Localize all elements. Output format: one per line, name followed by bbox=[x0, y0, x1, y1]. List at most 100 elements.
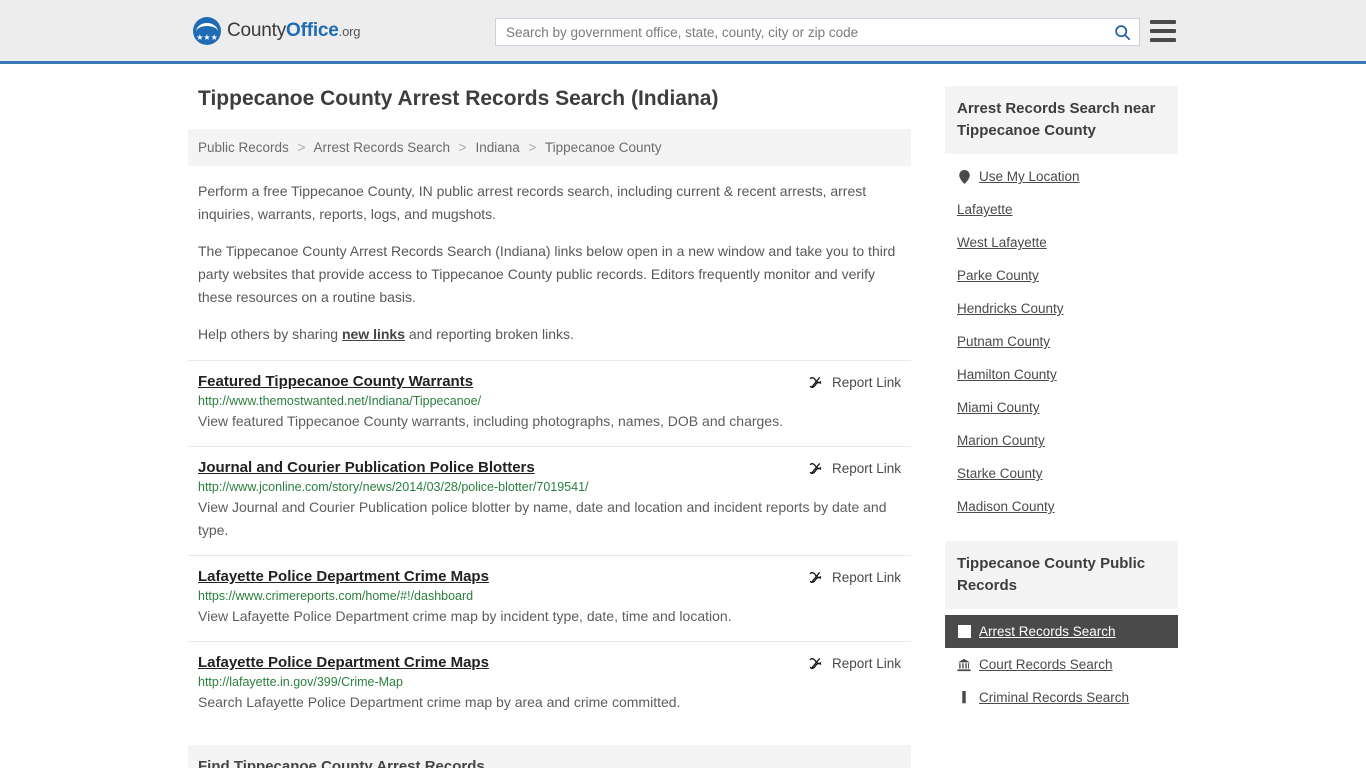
report-link-label: Report Link bbox=[831, 461, 901, 476]
sidebar-item-starke-county[interactable]: Starke County bbox=[945, 457, 1178, 490]
intro-p3-before: Help others by sharing bbox=[198, 326, 342, 342]
nearby-links: Use My Location Lafayette West Lafayette… bbox=[945, 154, 1178, 523]
sidebar: Arrest Records Search near Tippecanoe Co… bbox=[945, 86, 1178, 732]
find-records-heading: Find Tippecanoe County Arrest Records bbox=[198, 758, 485, 768]
resource-link-url: https://www.crimereports.com/home/#!/das… bbox=[198, 589, 474, 603]
resource-link-item: Lafayette Police Department Crime Maps h… bbox=[188, 555, 911, 641]
sidebar-item-label: Hamilton County bbox=[957, 367, 1057, 382]
search-icon bbox=[1114, 24, 1130, 40]
eagle-seal-icon: ★★★ bbox=[193, 16, 221, 45]
new-links-link[interactable]: new links bbox=[342, 326, 405, 342]
nearby-panel-heading: Arrest Records Search near Tippecanoe Co… bbox=[945, 86, 1178, 154]
sidebar-item-hendricks-county[interactable]: Hendricks County bbox=[945, 292, 1178, 325]
breadcrumb: Public Records > Arrest Records Search >… bbox=[188, 129, 911, 166]
sidebar-item-label: West Lafayette bbox=[957, 235, 1047, 250]
sidebar-item-madison-county[interactable]: Madison County bbox=[945, 490, 1178, 523]
public-records-links: Arrest Records Search Court Records Sear… bbox=[945, 609, 1178, 714]
report-link-button[interactable]: Report Link bbox=[807, 655, 901, 672]
intro-paragraph-2: The Tippecanoe County Arrest Records Sea… bbox=[198, 243, 896, 305]
sidebar-item-miami-county[interactable]: Miami County bbox=[945, 391, 1178, 424]
broken-link-icon bbox=[809, 463, 822, 474]
breadcrumb-item-3[interactable]: Tippecanoe County bbox=[545, 140, 662, 155]
sidebar-item-hamilton-county[interactable]: Hamilton County bbox=[945, 358, 1178, 391]
resource-link-url: http://www.themostwanted.net/Indiana/Tip… bbox=[198, 394, 482, 408]
resource-link-description: View Lafayette Police Department crime m… bbox=[198, 608, 732, 624]
document-icon bbox=[957, 690, 971, 705]
resource-link-item: Featured Tippecanoe County Warrants http… bbox=[188, 360, 911, 446]
search-input[interactable] bbox=[496, 19, 1105, 45]
logo-text-county: County bbox=[227, 19, 287, 41]
search-box bbox=[495, 18, 1140, 46]
public-records-panel: Tippecanoe County Public Records Arrest … bbox=[945, 541, 1178, 714]
intro-paragraph-1: Perform a free Tippecanoe County, IN pub… bbox=[198, 183, 867, 222]
sidebar-item-marion-county[interactable]: Marion County bbox=[945, 424, 1178, 457]
page-title: Tippecanoe County Arrest Records Search … bbox=[198, 87, 719, 110]
intro-p3-after: and reporting broken links. bbox=[405, 326, 574, 342]
main-content: Tippecanoe County Arrest Records Search … bbox=[188, 86, 911, 768]
report-link-button[interactable]: Report Link bbox=[807, 569, 901, 586]
sidebar-item-label: Lafayette bbox=[957, 202, 1013, 217]
breadcrumb-item-0[interactable]: Public Records bbox=[198, 140, 289, 155]
site-logo[interactable]: ★★★ CountyOffice.org bbox=[193, 16, 360, 45]
sidebar-item-label: Arrest Records Search bbox=[979, 624, 1116, 639]
public-records-heading: Tippecanoe County Public Records bbox=[945, 541, 1178, 609]
resource-link-item: Lafayette Police Department Crime Maps h… bbox=[188, 641, 911, 727]
sidebar-item-label: Criminal Records Search bbox=[979, 690, 1130, 705]
find-records-section: Find Tippecanoe County Arrest Records bbox=[188, 745, 911, 768]
sidebar-item-label: Putnam County bbox=[957, 334, 1051, 349]
breadcrumb-item-2[interactable]: Indiana bbox=[475, 140, 519, 155]
report-link-label: Report Link bbox=[831, 656, 901, 671]
page-body: Tippecanoe County Arrest Records Search … bbox=[0, 64, 1366, 768]
sidebar-item-label: Use My Location bbox=[979, 169, 1080, 184]
logo-text: CountyOffice.org bbox=[227, 20, 360, 42]
logo-text-org: .org bbox=[338, 23, 361, 39]
sidebar-item-lafayette[interactable]: Lafayette bbox=[945, 193, 1178, 226]
breadcrumb-item-1[interactable]: Arrest Records Search bbox=[313, 140, 450, 155]
sidebar-item-use-my-location[interactable]: Use My Location bbox=[945, 160, 1178, 193]
intro-paragraph-3: Help others by sharing new links and rep… bbox=[198, 323, 911, 346]
logo-text-office: Office bbox=[286, 19, 339, 41]
report-link-label: Report Link bbox=[831, 570, 901, 585]
resource-link-title[interactable]: Lafayette Police Department Crime Maps bbox=[198, 654, 489, 671]
sidebar-item-label: Marion County bbox=[957, 433, 1045, 448]
resource-link-description: View Journal and Courier Publication pol… bbox=[198, 499, 887, 538]
broken-link-icon bbox=[809, 572, 822, 583]
resource-link-description: View featured Tippecanoe County warrants… bbox=[198, 413, 783, 429]
breadcrumb-separator: > bbox=[458, 140, 467, 155]
map-pin-icon bbox=[957, 169, 971, 184]
sidebar-item-court-records-search[interactable]: Court Records Search bbox=[945, 648, 1178, 681]
hamburger-menu-icon[interactable] bbox=[1150, 20, 1176, 42]
resource-link-title[interactable]: Journal and Courier Publication Police B… bbox=[198, 459, 535, 476]
sidebar-item-label: Court Records Search bbox=[979, 657, 1113, 672]
report-link-button[interactable]: Report Link bbox=[807, 460, 901, 477]
broken-link-icon bbox=[809, 377, 822, 388]
breadcrumb-separator: > bbox=[528, 140, 537, 155]
sidebar-item-label: Parke County bbox=[957, 268, 1039, 283]
sidebar-item-label: Madison County bbox=[957, 499, 1055, 514]
sidebar-item-label: Starke County bbox=[957, 466, 1043, 481]
breadcrumb-separator: > bbox=[297, 140, 306, 155]
sidebar-item-label: Miami County bbox=[957, 400, 1040, 415]
sidebar-item-west-lafayette[interactable]: West Lafayette bbox=[945, 226, 1178, 259]
resource-link-item: Journal and Courier Publication Police B… bbox=[188, 446, 911, 555]
search-button[interactable] bbox=[1105, 19, 1139, 45]
nearby-panel: Arrest Records Search near Tippecanoe Co… bbox=[945, 86, 1178, 523]
resource-link-title[interactable]: Lafayette Police Department Crime Maps bbox=[198, 568, 489, 585]
resource-link-list: Featured Tippecanoe County Warrants http… bbox=[188, 360, 911, 727]
report-link-button[interactable]: Report Link bbox=[807, 374, 901, 391]
sidebar-item-criminal-records-search[interactable]: Criminal Records Search bbox=[945, 681, 1178, 714]
resource-link-url: http://lafayette.in.gov/399/Crime-Map bbox=[198, 675, 403, 689]
courthouse-icon bbox=[957, 658, 971, 672]
resource-link-url: http://www.jconline.com/story/news/2014/… bbox=[198, 480, 589, 494]
sidebar-item-parke-county[interactable]: Parke County bbox=[945, 259, 1178, 292]
sidebar-item-arrest-records-search[interactable]: Arrest Records Search bbox=[945, 615, 1178, 648]
sidebar-item-putnam-county[interactable]: Putnam County bbox=[945, 325, 1178, 358]
broken-link-icon bbox=[809, 658, 822, 669]
resource-link-title[interactable]: Featured Tippecanoe County Warrants bbox=[198, 373, 473, 390]
report-link-label: Report Link bbox=[831, 375, 901, 390]
white-square-icon bbox=[957, 625, 971, 639]
resource-link-description: Search Lafayette Police Department crime… bbox=[198, 694, 681, 710]
intro-text: Perform a free Tippecanoe County, IN pub… bbox=[188, 180, 911, 346]
logo-stars: ★★★ bbox=[196, 32, 218, 42]
site-header: ★★★ CountyOffice.org bbox=[0, 0, 1366, 64]
